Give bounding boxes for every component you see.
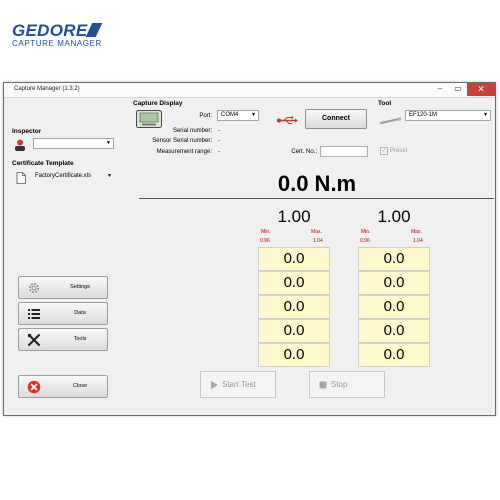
tool-select[interactable]: EF120-1M ▼ bbox=[405, 110, 491, 121]
measurement-range-value: - bbox=[218, 149, 220, 155]
column-1-cell: 0.0 bbox=[258, 247, 330, 271]
capture-display-label: Capture Display bbox=[133, 100, 183, 107]
stop-label: Stop bbox=[331, 380, 348, 389]
column-1-min-value: 0.96 bbox=[260, 238, 270, 244]
chevron-down-icon: ▼ bbox=[251, 112, 256, 118]
start-test-button[interactable]: Start Test bbox=[200, 371, 276, 398]
port-value: COM4 bbox=[221, 112, 239, 118]
tool-value: EF120-1M bbox=[409, 112, 438, 118]
logo-subtitle: CAPTURE MANAGER bbox=[12, 39, 102, 48]
column-2-min-label: Min. bbox=[361, 229, 371, 235]
list-icon bbox=[27, 307, 41, 321]
data-button[interactable]: Data bbox=[18, 302, 108, 325]
column-2-cell: 0.0 bbox=[358, 343, 430, 367]
column-2-cell: 0.0 bbox=[358, 295, 430, 319]
tools-button[interactable]: Tools bbox=[18, 328, 108, 351]
cert-no-input[interactable] bbox=[320, 146, 368, 157]
stop-icon bbox=[318, 380, 328, 390]
start-test-label: Start Test bbox=[222, 380, 256, 389]
stop-button[interactable]: Stop bbox=[309, 371, 385, 398]
reading-divider bbox=[139, 198, 494, 199]
settings-button-label: Settings bbox=[70, 284, 90, 290]
inspector-select[interactable]: ▼ bbox=[33, 138, 114, 149]
window-controls: – ▭ ✕ bbox=[431, 83, 495, 96]
column-2-cell: 0.0 bbox=[358, 271, 430, 295]
column-1-min-label: Min. bbox=[261, 229, 271, 235]
connect-button[interactable]: Connect bbox=[305, 109, 367, 129]
column-2-cell: 0.0 bbox=[358, 319, 430, 343]
chevron-down-icon: ▼ bbox=[106, 140, 111, 146]
sensor-serial-number-label: Sensor Serial number: bbox=[152, 138, 212, 144]
column-1-cell: 0.0 bbox=[258, 271, 330, 295]
sensor-serial-number-value: - bbox=[218, 138, 220, 144]
tools-button-label: Tools bbox=[73, 336, 87, 342]
certificate-template-label: Certificate Template bbox=[12, 160, 74, 167]
column-1-cell: 0.0 bbox=[258, 343, 330, 367]
column-1-cell: 0.0 bbox=[258, 295, 330, 319]
window-title: Capture Manager (1.3.2) bbox=[14, 86, 80, 92]
preset-label: Preset bbox=[390, 148, 408, 154]
close-icon bbox=[27, 380, 41, 394]
data-button-label: Data bbox=[74, 310, 86, 316]
column-2-max-value: 1.04 bbox=[413, 238, 423, 244]
title-bar: Capture Manager (1.3.2) – ▭ ✕ bbox=[4, 83, 495, 98]
settings-button[interactable]: Settings bbox=[18, 276, 108, 299]
close-button-label: Close bbox=[72, 383, 88, 389]
preset-checkbox[interactable]: ✓ bbox=[380, 147, 388, 155]
usb-connection-icon bbox=[276, 112, 298, 124]
tools-icon bbox=[27, 333, 41, 347]
capture-display-device-icon bbox=[136, 110, 162, 128]
play-icon bbox=[209, 380, 219, 390]
inspector-label: Inspector bbox=[12, 128, 42, 135]
column-1-cell: 0.0 bbox=[258, 319, 330, 343]
maximize-button[interactable]: ▭ bbox=[449, 83, 467, 96]
column-1-target: 1.00 bbox=[277, 207, 311, 226]
column-1-max-value: 1.04 bbox=[313, 238, 323, 244]
column-2-cell: 0.0 bbox=[358, 247, 430, 271]
window-close-button[interactable]: ✕ bbox=[467, 83, 495, 96]
column-2-target: 1.00 bbox=[377, 207, 411, 226]
measurement-range-label: Measurement range: bbox=[156, 149, 212, 155]
column-2-min-value: 0.96 bbox=[360, 238, 370, 244]
chevron-down-icon: ▼ bbox=[483, 112, 488, 118]
column-2-max-label: Max. bbox=[411, 229, 422, 235]
logo-brand: GEDORE bbox=[12, 21, 88, 40]
logo-slash-mark bbox=[86, 23, 103, 37]
gedore-logo: GEDORE CAPTURE MANAGER bbox=[12, 21, 126, 48]
cert-no-label: Cert. No.: bbox=[291, 149, 317, 155]
tool-label: Tool bbox=[378, 100, 392, 107]
column-1-max-label: Max. bbox=[311, 229, 322, 235]
port-select[interactable]: COM4 ▼ bbox=[217, 110, 259, 121]
chevron-down-icon: ▼ bbox=[107, 173, 112, 179]
certificate-template-select[interactable]: FactoryCertificate.xls ▼ bbox=[31, 171, 115, 182]
inspector-user-icon bbox=[13, 138, 27, 151]
gear-icon bbox=[27, 281, 41, 295]
certificate-template-value: FactoryCertificate.xls bbox=[35, 173, 92, 179]
close-button[interactable]: Close bbox=[18, 375, 108, 398]
torque-wrench-icon bbox=[380, 112, 402, 124]
serial-number-value: - bbox=[218, 128, 220, 134]
torque-reading: 0.0 N.m bbox=[277, 171, 357, 196]
serial-number-label: Serial number: bbox=[172, 128, 212, 134]
minimize-button[interactable]: – bbox=[431, 83, 449, 96]
port-label: Port: bbox=[199, 113, 212, 119]
document-icon bbox=[16, 171, 26, 184]
